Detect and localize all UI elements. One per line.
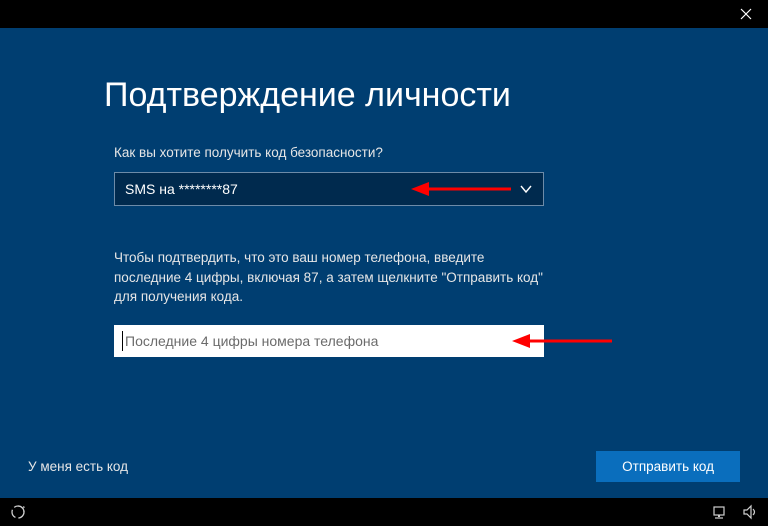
input-placeholder: Последние 4 цифры номера телефона	[125, 333, 378, 349]
method-prompt: Как вы хотите получить код безопасности?	[114, 145, 664, 160]
bottom-bar: У меня есть код Отправить код	[0, 451, 768, 482]
have-code-link[interactable]: У меня есть код	[28, 459, 128, 474]
page-title: Подтверждение личности	[104, 76, 664, 115]
phone-digits-input[interactable]: Последние 4 цифры номера телефона	[114, 325, 544, 357]
close-icon	[740, 8, 752, 20]
titlebar	[0, 0, 768, 28]
chevron-down-icon	[519, 182, 533, 196]
volume-icon[interactable]	[742, 504, 758, 520]
ease-of-access-icon[interactable]	[10, 504, 26, 520]
taskbar	[0, 498, 768, 526]
verification-method-select[interactable]: SMS на ********87	[114, 172, 544, 206]
text-caret	[122, 331, 123, 351]
annotation-arrow-icon	[411, 175, 511, 203]
close-button[interactable]	[724, 0, 768, 28]
annotation-arrow-icon	[512, 331, 612, 351]
send-code-button[interactable]: Отправить код	[596, 451, 740, 482]
select-value: SMS на ********87	[125, 181, 238, 197]
network-icon[interactable]	[712, 504, 728, 520]
instruction-text: Чтобы подтвердить, что это ваш номер тел…	[114, 248, 544, 307]
main-panel: Подтверждение личности Как вы хотите пол…	[0, 28, 768, 498]
